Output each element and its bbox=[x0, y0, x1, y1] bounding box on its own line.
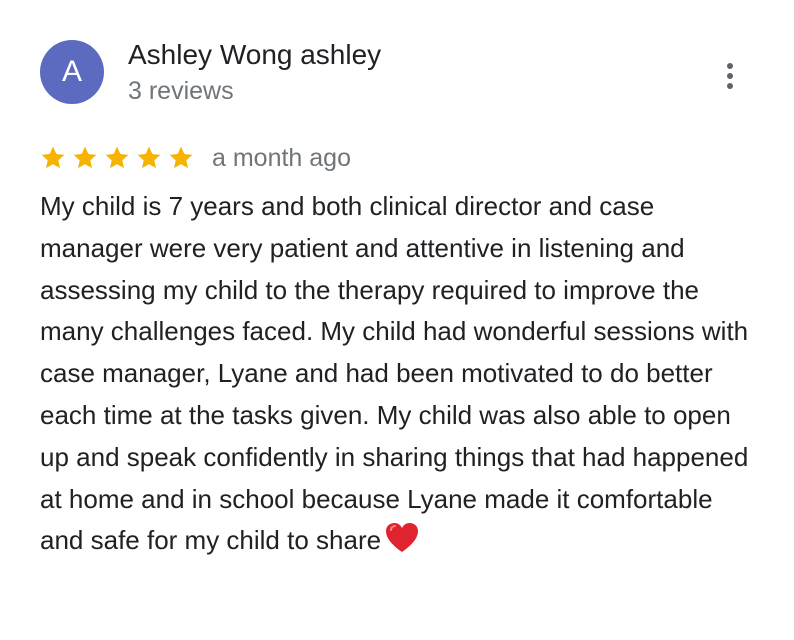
rating-row: a month ago bbox=[40, 142, 351, 174]
star-icon bbox=[73, 146, 97, 169]
review-count[interactable]: 3 reviews bbox=[128, 77, 234, 106]
review-card: A Ashley Wong ashley 3 reviews a month a… bbox=[0, 0, 794, 640]
star-icon bbox=[105, 146, 129, 169]
avatar-initial: A bbox=[61, 55, 82, 88]
red-heart-icon bbox=[385, 522, 419, 567]
star-icon bbox=[137, 146, 161, 169]
avatar[interactable]: A bbox=[40, 40, 104, 104]
star-rating bbox=[40, 145, 194, 171]
star-icon bbox=[41, 146, 65, 169]
more-options-icon[interactable] bbox=[712, 56, 748, 96]
star-icon bbox=[169, 146, 193, 169]
review-time: a month ago bbox=[212, 143, 351, 172]
review-text: My child is 7 years and both clinical di… bbox=[40, 186, 760, 567]
review-body: My child is 7 years and both clinical di… bbox=[40, 191, 749, 556]
reviewer-name[interactable]: Ashley Wong ashley bbox=[128, 39, 381, 71]
